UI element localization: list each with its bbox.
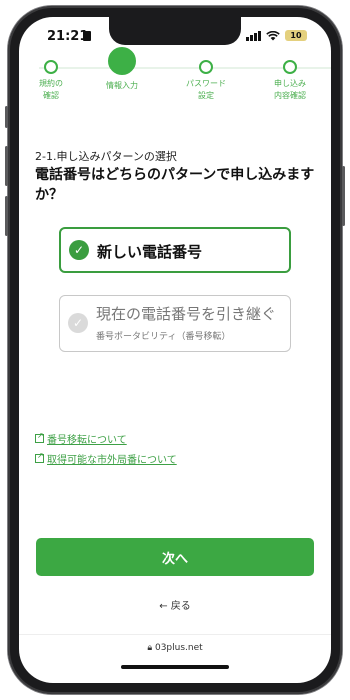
step-dot <box>44 60 58 74</box>
option-title: 現在の電話番号を引き継ぐ <box>96 305 277 323</box>
back-link[interactable]: ← 戻る <box>19 597 331 612</box>
lock-icon: 🔒︎ <box>147 643 153 653</box>
status-bar: 21:21 10 <box>19 29 331 45</box>
option-port-number[interactable]: ✓ 現在の電話番号を引き継ぐ 番号ポータビリティ（番号移転） <box>59 295 291 352</box>
question-text: 電話番号はどちらのパターンで申し込みますか？ <box>35 167 315 203</box>
step-dot-active <box>108 47 136 75</box>
progress-steps: 規約の 確認 情報入力 パスワード 設定 申し込み 内容確認 <box>19 47 331 121</box>
battery-icon: 10 <box>285 30 307 41</box>
option-subtitle: 番号ポータビリティ（番号移転） <box>96 332 231 342</box>
step-info: 情報入力 <box>87 47 157 92</box>
step-dot <box>199 60 213 74</box>
link-text: 番号移転について <box>47 435 127 446</box>
option-title: 新しい電話番号 <box>97 243 203 261</box>
external-link-icon <box>35 451 44 463</box>
next-button[interactable]: 次へ <box>36 538 314 576</box>
mute-switch <box>5 106 8 128</box>
volume-down-button <box>5 196 8 236</box>
browser-divider <box>19 634 331 635</box>
orientation-lock-icon <box>83 31 91 41</box>
section-label: 2-1.申し込みパターンの選択 <box>35 150 177 163</box>
status-indicators: 10 <box>246 30 307 41</box>
volume-up-button <box>5 146 8 186</box>
link-number-transfer[interactable]: 番号移転について <box>35 431 127 446</box>
step-terms: 規約の 確認 <box>19 60 86 102</box>
link-area-codes[interactable]: 取得可能な市外局番について <box>35 451 177 466</box>
external-link-icon <box>35 431 44 443</box>
screen: 21:21 10 規約の 確認 情報入力 パスワード 設定 申し込み 内容確認 … <box>19 17 331 683</box>
check-icon: ✓ <box>68 313 88 333</box>
url-text: 03plus.net <box>154 643 203 653</box>
power-button <box>342 166 345 226</box>
check-icon: ✓ <box>69 240 89 260</box>
step-dot <box>283 60 297 74</box>
step-password: パスワード 設定 <box>171 60 241 102</box>
option-new-number[interactable]: ✓ 新しい電話番号 <box>59 227 291 273</box>
wifi-icon <box>266 30 280 40</box>
link-text: 取得可能な市外局番について <box>47 455 177 466</box>
step-confirm: 申し込み 内容確認 <box>255 60 325 102</box>
browser-url-bar[interactable]: 🔒︎ 03plus.net <box>19 643 331 653</box>
signal-icon <box>246 30 261 41</box>
home-indicator[interactable] <box>121 665 229 669</box>
